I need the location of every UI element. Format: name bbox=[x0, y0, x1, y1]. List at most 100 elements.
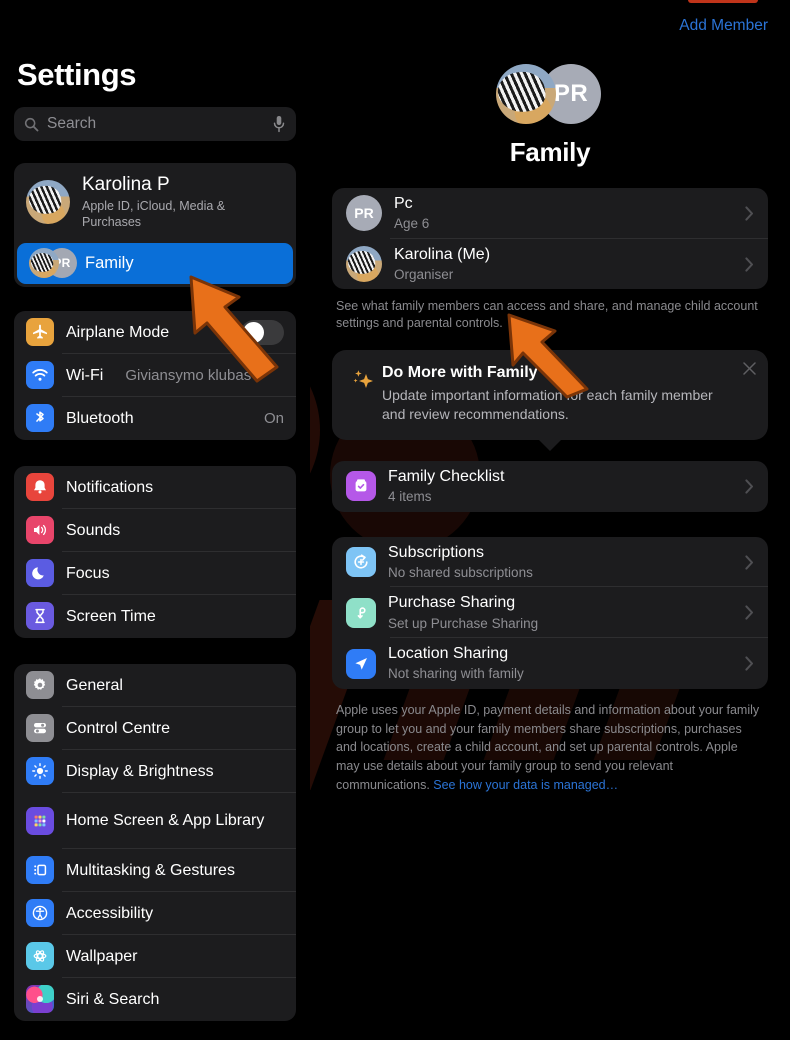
sidebar-item-home-screen-app-library[interactable]: Home Screen & App Library bbox=[14, 793, 296, 849]
sidebar-item-airplane-mode[interactable]: Airplane Mode bbox=[14, 311, 296, 354]
accessibility-icon bbox=[26, 899, 54, 928]
member-name: Pc bbox=[394, 195, 413, 212]
hourglass-icon bbox=[26, 602, 54, 631]
data-management-link[interactable]: See how your data is managed… bbox=[433, 778, 618, 792]
do-more-with-family-card[interactable]: Do More with Family Update important inf… bbox=[332, 350, 768, 451]
settings-sidebar: Settings Search Karolina P Apple ID, iCl… bbox=[0, 0, 310, 1040]
family-sharing-list: Subscriptions No shared subscriptions Pu… bbox=[332, 536, 768, 689]
sidebar-item-general[interactable]: General bbox=[14, 664, 296, 707]
chevron-right-icon bbox=[745, 256, 753, 272]
chevron-right-icon bbox=[745, 206, 753, 221]
family-members-list: PR Pc Age 6 Karolina (Me) Organiser bbox=[332, 188, 768, 290]
family-detail-pane: Add Member PR Family PR Pc Age 6 Karolin… bbox=[310, 0, 790, 1040]
family-avatars: PR bbox=[496, 64, 604, 124]
airplane-mode-toggle[interactable] bbox=[241, 319, 284, 345]
row-label: Location Sharing bbox=[388, 645, 509, 663]
sidebar-item-bluetooth[interactable]: Bluetooth On bbox=[14, 397, 296, 440]
close-icon[interactable] bbox=[743, 362, 756, 376]
sidebar-group-system: General Control Centre Display & Brightn… bbox=[14, 663, 296, 1021]
checklist-subtitle: 4 items bbox=[388, 489, 432, 505]
promo-title: Do More with Family bbox=[382, 364, 538, 382]
sidebar-item-label: Sounds bbox=[66, 521, 121, 539]
bluetooth-icon bbox=[26, 404, 54, 433]
sidebar-item-label: Wi-Fi bbox=[66, 366, 104, 384]
page-title: Settings bbox=[17, 57, 137, 92]
list-item[interactable]: Location Sharing Not sharing with family bbox=[332, 638, 768, 689]
checklist-label: Family Checklist bbox=[388, 467, 505, 485]
search-input[interactable]: Search bbox=[14, 107, 296, 141]
multitask-icon bbox=[26, 856, 54, 885]
sidebar-item-notifications[interactable]: Notifications bbox=[14, 466, 296, 509]
sidebar-item-label: Family bbox=[85, 253, 134, 272]
account-subtitle: Apple ID, iCloud, Media & Purchases bbox=[82, 198, 226, 229]
sidebar-item-label: Notifications bbox=[66, 478, 154, 496]
list-item[interactable]: Purchase Sharing Set up Purchase Sharing bbox=[332, 587, 768, 639]
sidebar-item-control-centre[interactable]: Control Centre bbox=[14, 707, 296, 750]
avatar bbox=[346, 246, 382, 283]
sliders-icon bbox=[26, 714, 54, 743]
list-item[interactable]: Karolina (Me) Organiser bbox=[332, 239, 768, 290]
moon-icon bbox=[26, 559, 54, 588]
sidebar-item-label: Siri & Search bbox=[66, 990, 160, 1008]
sidebar-group-alerts: Notifications Sounds Focus Screen Time bbox=[14, 465, 296, 638]
member-subtitle: Organiser bbox=[394, 266, 454, 282]
speaker-icon bbox=[26, 516, 54, 545]
sidebar-item-multitasking-gestures[interactable]: Multitasking & Gestures bbox=[14, 849, 296, 892]
sidebar-item-focus[interactable]: Focus bbox=[14, 552, 296, 595]
search-placeholder: Search bbox=[47, 115, 97, 132]
avatar bbox=[26, 179, 70, 224]
wallpaper-icon bbox=[26, 942, 54, 971]
apple-account-row[interactable]: Karolina P Apple ID, iCloud, Media & Pur… bbox=[14, 163, 296, 243]
family-header: PR Family bbox=[310, 64, 790, 168]
sidebar-item-label: Wallpaper bbox=[66, 947, 138, 965]
account-name: Karolina P bbox=[82, 174, 170, 195]
chevron-right-icon bbox=[745, 656, 753, 671]
sidebar-item-wallpaper[interactable]: Wallpaper bbox=[14, 935, 296, 978]
sidebar-item-wifi[interactable]: Wi-Fi Giviansymo klubas bbox=[14, 354, 296, 397]
sidebar-item-screen-time[interactable]: Screen Time bbox=[14, 595, 296, 638]
member-subtitle: Age 6 bbox=[394, 216, 430, 232]
siri-icon bbox=[26, 985, 54, 1014]
checklist-icon bbox=[346, 471, 376, 502]
sidebar-item-family[interactable]: PR Family bbox=[17, 242, 293, 284]
sidebar-item-sounds[interactable]: Sounds bbox=[14, 509, 296, 552]
sidebar-item-label: Control Centre bbox=[66, 719, 171, 737]
list-item[interactable]: PR Pc Age 6 bbox=[332, 188, 768, 239]
chevron-right-icon bbox=[745, 479, 753, 494]
bell-icon bbox=[26, 473, 54, 502]
wifi-icon bbox=[26, 361, 54, 390]
sidebar-item-label: Display & Brightness bbox=[66, 762, 214, 780]
family-avatars: PR bbox=[29, 248, 77, 279]
sidebar-item-label: General bbox=[66, 676, 123, 694]
location-icon bbox=[346, 648, 376, 679]
add-member-button[interactable]: Add Member bbox=[679, 17, 768, 35]
list-item[interactable]: Subscriptions No shared subscriptions bbox=[332, 537, 768, 588]
brightness-icon bbox=[26, 757, 54, 786]
airplane-icon bbox=[26, 318, 54, 347]
row-subtitle: Set up Purchase Sharing bbox=[388, 615, 539, 631]
members-footnote: See what family members can access and s… bbox=[336, 299, 758, 331]
purchase-sharing-icon bbox=[346, 597, 376, 628]
sidebar-item-label: Home Screen & App Library bbox=[66, 812, 265, 830]
list-item[interactable]: Family Checklist 4 items bbox=[332, 461, 768, 512]
row-label: Purchase Sharing bbox=[388, 594, 516, 612]
grid-icon bbox=[26, 806, 54, 835]
sidebar-item-label: Screen Time bbox=[66, 607, 156, 625]
wifi-network-name: Giviansymo klubas bbox=[125, 366, 252, 384]
bluetooth-status: On bbox=[263, 409, 284, 427]
sidebar-item-label: Focus bbox=[66, 564, 110, 582]
avatar bbox=[496, 64, 556, 124]
sidebar-item-label: Accessibility bbox=[66, 904, 154, 922]
sparkles-icon bbox=[346, 364, 382, 424]
row-subtitle: No shared subscriptions bbox=[388, 564, 533, 580]
sidebar-item-display-brightness[interactable]: Display & Brightness bbox=[14, 750, 296, 793]
microphone-icon[interactable] bbox=[272, 115, 286, 133]
sidebar-item-accessibility[interactable]: Accessibility bbox=[14, 892, 296, 935]
sidebar-item-label: Multitasking & Gestures bbox=[66, 861, 235, 879]
chevron-right-icon bbox=[745, 605, 753, 620]
sidebar-item-label: Airplane Mode bbox=[66, 323, 170, 341]
account-card: Karolina P Apple ID, iCloud, Media & Pur… bbox=[14, 163, 296, 287]
sidebar-item-label: Bluetooth bbox=[66, 409, 134, 427]
chevron-right-icon bbox=[745, 554, 753, 570]
sidebar-item-siri-search[interactable]: Siri & Search bbox=[14, 978, 296, 1021]
